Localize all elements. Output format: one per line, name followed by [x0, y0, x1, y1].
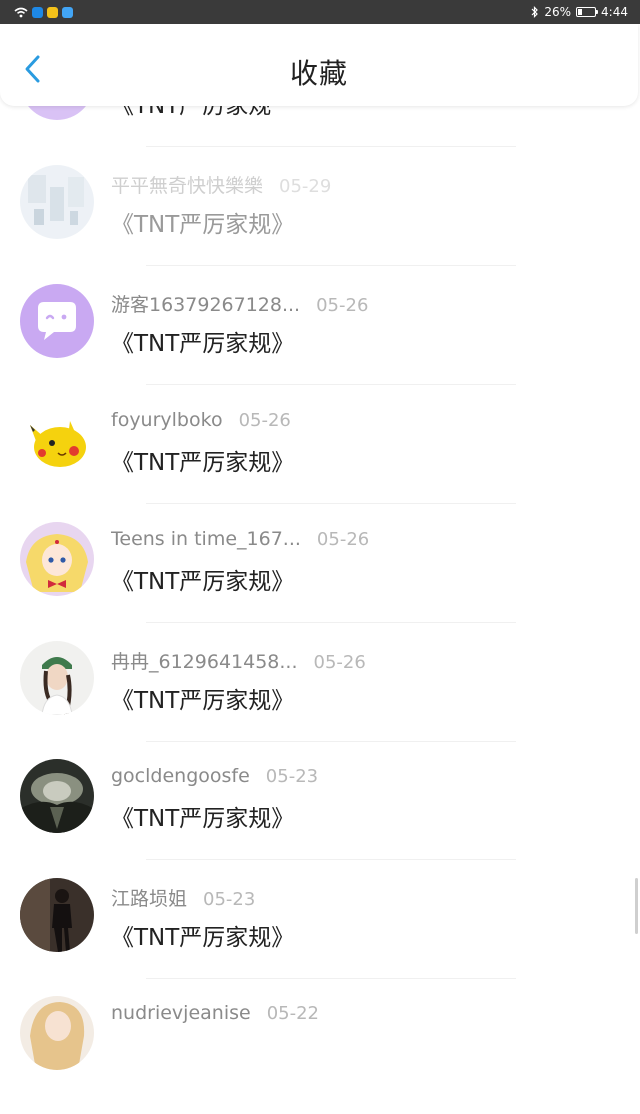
- blonde-avatar-image: [20, 996, 94, 1070]
- date-label: 05-22: [266, 1003, 320, 1024]
- date-label: 05-23: [203, 889, 256, 910]
- user-avatar[interactable]: [20, 522, 94, 596]
- chat-bubble-icon: [20, 284, 94, 358]
- user-avatar[interactable]: [20, 878, 94, 952]
- user-avatar[interactable]: [20, 284, 94, 358]
- user-name[interactable]: 平平無奇快快樂樂: [111, 171, 263, 198]
- bluetooth-icon: [531, 6, 539, 18]
- user-avatar[interactable]: [20, 403, 94, 477]
- date-label: 05-26: [313, 652, 366, 673]
- divider: [146, 978, 516, 979]
- list-item[interactable]: 江路埙姐 05-23 《TNT严厉家规》: [0, 878, 640, 996]
- divider: [146, 622, 516, 623]
- user-avatar[interactable]: [20, 996, 94, 1070]
- divider: [146, 146, 516, 147]
- notification-app-icon: [32, 6, 43, 18]
- date-label: 05-29: [279, 176, 332, 197]
- pikachu-avatar-image: [20, 403, 94, 477]
- work-title[interactable]: 《TNT严厉家规》: [111, 205, 294, 239]
- list-item[interactable]: 游客16379267128... 05-26 《TNT严厉家规》: [0, 284, 640, 402]
- work-title[interactable]: 《TNT严厉家规》: [111, 799, 294, 833]
- sailor-moon-avatar-image: [20, 522, 94, 596]
- notification-app-icon: [47, 6, 58, 18]
- divider: [146, 503, 516, 504]
- user-name[interactable]: nudrievjeanise: [111, 1002, 251, 1024]
- work-title[interactable]: 《TNT严厉家规》: [111, 562, 294, 596]
- user-name[interactable]: gocldengoosfe: [111, 765, 250, 787]
- user-avatar[interactable]: [20, 165, 94, 239]
- user-avatar[interactable]: [20, 641, 94, 715]
- work-title[interactable]: 《TNT严厉家规》: [111, 324, 294, 358]
- work-title[interactable]: 《TNT严厉家规》: [111, 443, 294, 477]
- user-avatar[interactable]: [20, 759, 94, 833]
- girl-photo-avatar-image: [20, 641, 94, 715]
- list-item[interactable]: Teens in time_167... 05-26 《TNT严厉家规》: [0, 522, 640, 640]
- scrollbar[interactable]: [635, 878, 638, 934]
- date-label: 05-26: [316, 529, 370, 550]
- divider: [146, 741, 516, 742]
- date-label: 05-26: [238, 410, 291, 431]
- notification-app-icon: [62, 6, 73, 18]
- work-title[interactable]: 《TNT严厉家规》: [111, 681, 294, 715]
- user-name[interactable]: foyurylboko: [111, 409, 223, 431]
- user-name[interactable]: 江路埙姐: [111, 884, 187, 911]
- user-name[interactable]: Teens in time_167...: [111, 528, 301, 550]
- divider: [146, 859, 516, 860]
- list-item[interactable]: gocldengoosfe 05-23 《TNT严厉家规》: [0, 759, 640, 877]
- top-bar: 收藏: [0, 24, 638, 106]
- date-label: 05-23: [265, 766, 319, 787]
- divider: [146, 384, 516, 385]
- page-title: 收藏: [289, 57, 348, 90]
- battery-icon: [576, 7, 599, 17]
- wifi-icon: [14, 7, 28, 17]
- landscape-avatar-image: [20, 759, 94, 833]
- clock: 4:44: [601, 5, 628, 19]
- work-title[interactable]: 《TNT严厉家规》: [111, 918, 294, 952]
- divider: [146, 265, 516, 266]
- list-item[interactable]: foyurylboko 05-26 《TNT严厉家规》: [0, 403, 640, 521]
- date-label: 05-26: [316, 295, 369, 316]
- list-item[interactable]: 平平無奇快快樂樂 05-29 《TNT严厉家规》: [0, 165, 640, 283]
- list-item[interactable]: 冉冉_6129641458... 05-26 《TNT严厉家规》: [0, 641, 640, 759]
- user-name[interactable]: 冉冉_6129641458...: [111, 647, 298, 674]
- list-item[interactable]: nudrievjeanise 05-22: [0, 996, 640, 1114]
- battery-percent: 26%: [544, 5, 572, 19]
- figure-avatar-image: [20, 878, 94, 952]
- status-bar: 26% 4:44: [0, 0, 640, 24]
- user-name[interactable]: 游客16379267128...: [111, 290, 300, 317]
- photo-avatar-image: [20, 165, 94, 239]
